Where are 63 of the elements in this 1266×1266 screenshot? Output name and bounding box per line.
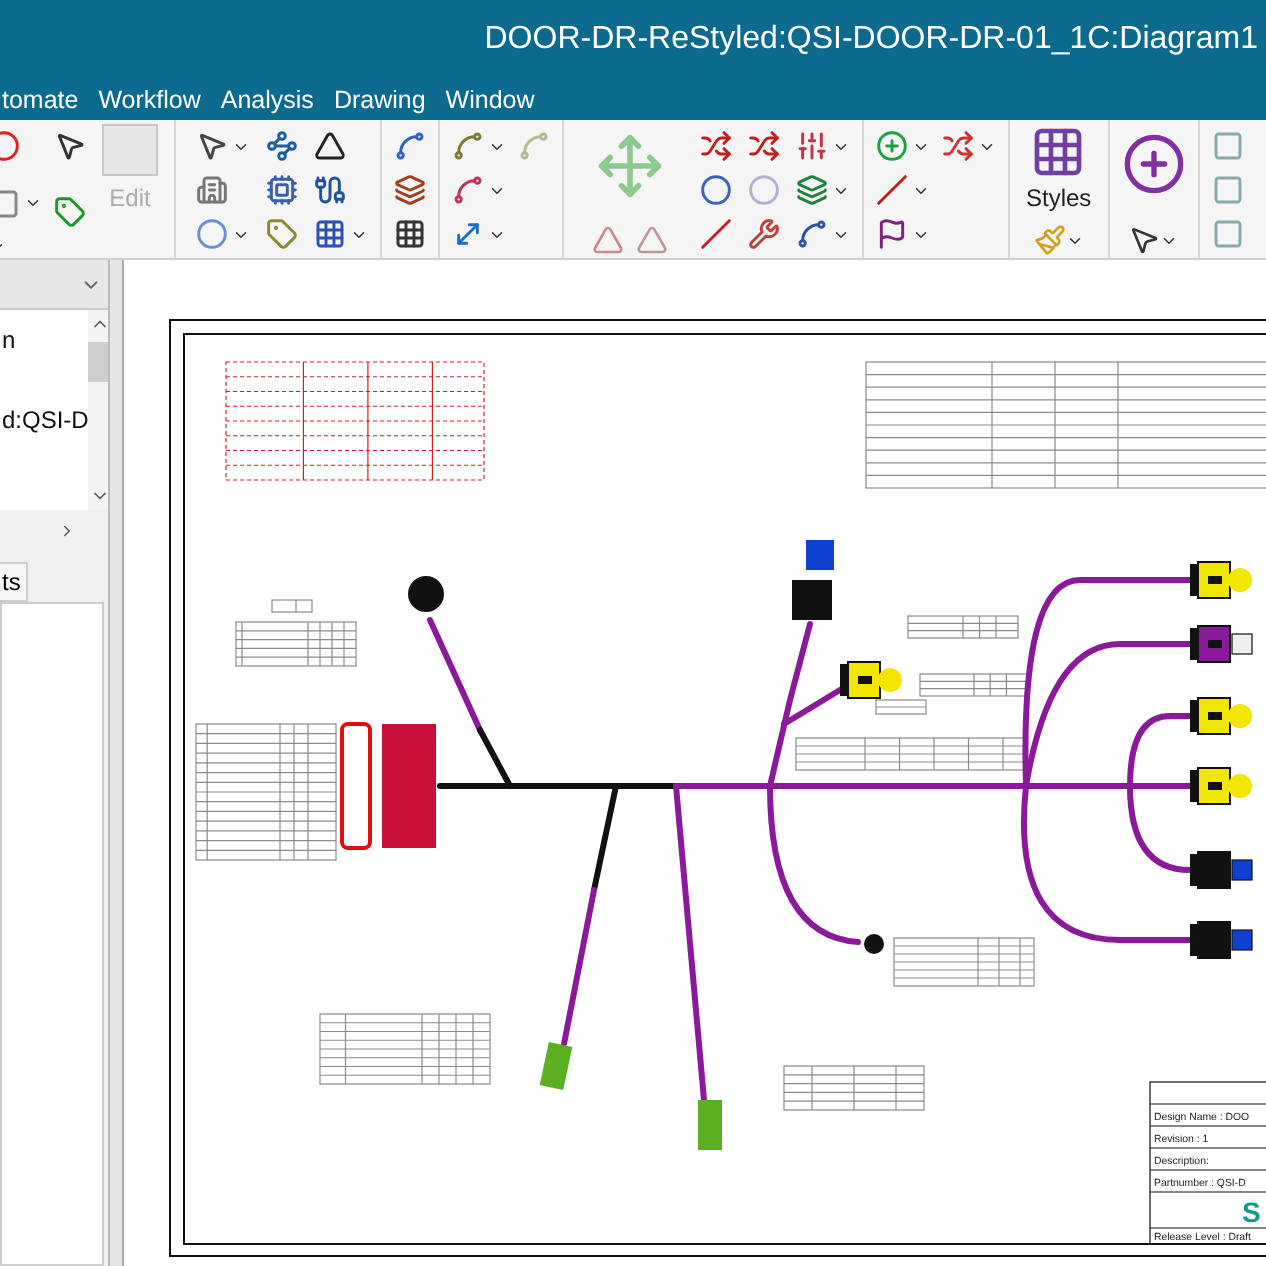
- connector-drawing: [1190, 561, 1252, 599]
- panel-tab[interactable]: ts: [0, 562, 29, 602]
- scrollbar[interactable]: [88, 310, 108, 510]
- pointer-icon[interactable]: [1128, 224, 1161, 256]
- ecu-drawing: [340, 722, 436, 850]
- parts-table-drawing: [893, 937, 1035, 987]
- tree-item[interactable]: d:QSI-D: [0, 402, 89, 438]
- branch-icon[interactable]: [700, 130, 732, 162]
- pointer-icon[interactable]: [196, 130, 228, 162]
- slash-icon[interactable]: [876, 174, 908, 206]
- chip-icon[interactable]: [266, 174, 298, 206]
- round-connector-drawing: [408, 576, 444, 612]
- color-grid-icon: [1030, 124, 1087, 180]
- menu-item[interactable]: Drawing: [333, 81, 426, 119]
- diagonal-arrows-icon[interactable]: [452, 218, 484, 250]
- layers-icon[interactable]: [796, 174, 828, 206]
- connector-drawing: [840, 661, 902, 699]
- window-title: DOOR-DR-ReStyled:QSI-DOOR-DR-01_1C:Diagram1: [484, 20, 1258, 60]
- parts-table-drawing: [271, 599, 313, 613]
- wire-icon[interactable]: [452, 174, 484, 206]
- tree-item[interactable]: n: [0, 322, 16, 358]
- caret-icon[interactable]: [24, 194, 42, 212]
- junction-icon[interactable]: [266, 130, 298, 162]
- branch-icon[interactable]: [748, 130, 780, 162]
- slash-icon[interactable]: [700, 218, 732, 250]
- logo-text: S: [1242, 1196, 1261, 1228]
- connector-drawing: [1190, 921, 1253, 959]
- wire-icon[interactable]: [452, 130, 484, 162]
- menu-item[interactable]: Workflow: [98, 81, 201, 119]
- connector-drawing: [1190, 625, 1253, 663]
- terminal-drawing: [539, 1042, 573, 1090]
- parts-table-drawing: [783, 1065, 925, 1111]
- wire-icon[interactable]: [394, 130, 426, 162]
- grid-icon[interactable]: [314, 218, 346, 250]
- pointer-icon[interactable]: [54, 130, 86, 162]
- building-icon[interactable]: [196, 174, 228, 206]
- flag-icon[interactable]: [876, 218, 908, 250]
- tag-icon[interactable]: [54, 196, 86, 228]
- parts-table-drawing: [195, 723, 337, 861]
- menu-item[interactable]: Analysis: [220, 81, 314, 119]
- sliders-icon[interactable]: [796, 130, 828, 162]
- wire-icon[interactable]: [796, 218, 828, 250]
- connector-drawing: [1190, 851, 1253, 889]
- parts-table-drawing: [907, 615, 1019, 639]
- triangle-icon[interactable]: [314, 130, 346, 162]
- parts-table-drawing: [235, 621, 357, 667]
- menu-item[interactable]: Window: [445, 81, 535, 119]
- circle-icon[interactable]: [700, 174, 732, 206]
- tag-icon[interactable]: [266, 218, 298, 250]
- styles-button[interactable]: Styles: [1022, 124, 1096, 224]
- scroll-thumb[interactable]: [88, 342, 108, 382]
- round-connector-drawing: [864, 934, 884, 954]
- wrench-icon[interactable]: [748, 218, 780, 250]
- menu-item[interactable]: tomate: [2, 81, 79, 119]
- connector-drawing: [792, 540, 834, 620]
- connector-drawing: [1190, 697, 1252, 735]
- scroll-right-icon[interactable]: [58, 521, 76, 539]
- branch-icon[interactable]: [942, 130, 974, 162]
- layers-icon[interactable]: [394, 174, 426, 206]
- terminal-drawing: [698, 1100, 722, 1150]
- grid-icon[interactable]: [394, 218, 426, 250]
- connector-drawing: [1190, 767, 1252, 805]
- cable-icon[interactable]: [314, 174, 346, 206]
